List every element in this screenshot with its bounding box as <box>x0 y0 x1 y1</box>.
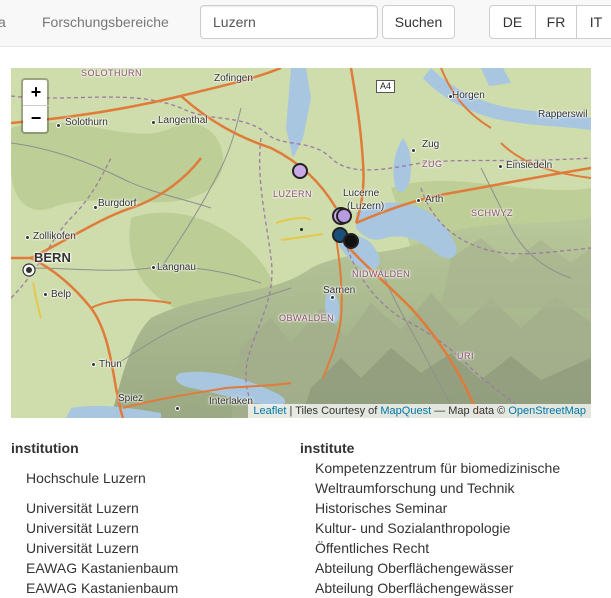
city-dot-langnau <box>151 265 156 270</box>
map-label-spiez: Spiez <box>118 393 144 404</box>
map-label-horgen: Horgen <box>452 90 485 101</box>
leaflet-link[interactable]: Leaflet <box>253 405 286 417</box>
lang-de-button[interactable]: DE <box>489 5 536 39</box>
city-dot-langenthal <box>151 120 156 125</box>
map-attribution: Leaflet | Tiles Courtesy of MapQuest — M… <box>248 404 591 418</box>
table-cell-institution: Hochschule Luzern <box>26 470 146 486</box>
openstreetmap-link[interactable]: OpenStreetMap <box>508 405 586 417</box>
table-cell-institution: Universität Luzern <box>26 500 139 516</box>
column-header-institute: institute <box>300 440 355 456</box>
map-label-zofingen: Zofingen <box>214 73 253 84</box>
map-label-belp: Belp <box>51 289 72 300</box>
map-label-schwyz-region: SCHWYZ <box>471 208 513 218</box>
table-cell-institute: Abteilung Oberflächengewässer <box>315 560 514 576</box>
capital-star-icon <box>22 263 36 277</box>
lang-fr-button[interactable]: FR <box>535 5 577 39</box>
map-label-luzern-region: LUZERN <box>273 189 313 199</box>
mapquest-link[interactable]: MapQuest <box>380 405 431 417</box>
map-label-rapperswil: Rapperswil <box>538 109 588 120</box>
map-label-bern: BERN <box>34 250 71 265</box>
zoom-in-button[interactable]: + <box>23 80 49 106</box>
city-dot-thun <box>91 362 96 367</box>
top-navbar: a Forschungsbereiche Suchen DE FR IT <box>0 0 611 47</box>
nav-link-forschungsbereiche[interactable]: Forschungsbereiche <box>42 14 169 30</box>
marker-hochschule-luzern[interactable] <box>292 163 308 179</box>
map-label-interlaken: Interlaken <box>209 396 253 407</box>
marker-universitaet-luzern-2[interactable] <box>336 208 352 224</box>
lang-it-button[interactable]: IT <box>576 5 611 39</box>
map-label-lucerne-paren: (Luzern) <box>347 201 385 212</box>
map-label-sarnen: Sarnen <box>323 285 356 296</box>
table-cell-institute: Historisches Seminar <box>315 500 448 516</box>
table-cell-institution: EAWAG Kastanienbaum <box>26 580 179 596</box>
nav-dropdown-caret[interactable]: a <box>0 14 6 30</box>
table-cell-institution: EAWAG Kastanienbaum <box>26 560 179 576</box>
search-button[interactable]: Suchen <box>382 5 455 39</box>
city-dot-interlaken <box>175 406 180 411</box>
city-dot-horgen <box>448 94 453 99</box>
road-badge-a4: A4 <box>376 80 396 93</box>
map[interactable]: A4 SOLOTHURN Zofingen Solothurn Langenth… <box>11 68 591 418</box>
table-cell-institution: Universität Luzern <box>26 520 139 536</box>
map-label-obwalden-region: OBWALDEN <box>279 313 335 323</box>
table-cell-institute: Weltraumforschung und Technik <box>315 480 515 496</box>
map-label-thun: Thun <box>99 359 122 370</box>
map-label-uri-region: URI <box>457 351 474 361</box>
city-dot-burgdorf <box>93 205 98 210</box>
map-label-solothurn: Solothurn <box>65 117 108 128</box>
zoom-out-button[interactable]: − <box>23 106 49 132</box>
city-dot-sarnen <box>330 295 335 300</box>
map-label-burgdorf: Burgdorf <box>98 198 137 209</box>
map-label-solothurn-region: SOLOTHURN <box>81 68 143 78</box>
table-cell-institute: Öffentliches Recht <box>315 540 430 556</box>
city-dot-zollikofen <box>25 235 30 240</box>
map-label-langenthal: Langenthal <box>158 115 208 126</box>
city-dot-zug <box>411 148 416 153</box>
map-label-lucerne: Lucerne <box>343 188 380 199</box>
column-header-institution: institution <box>11 440 79 456</box>
map-label-arth: Arth <box>425 194 444 205</box>
table-cell-institute: Abteilung Oberflächengewässer <box>315 580 514 596</box>
attribution-data-text: — Map data © <box>431 405 509 417</box>
map-point-small <box>300 228 303 231</box>
marker-eawag-kastanienbaum-2[interactable] <box>343 233 359 249</box>
language-switcher: DE FR IT <box>489 5 611 39</box>
map-label-einsiedeln: Einsiedeln <box>506 160 553 171</box>
attribution-tiles-text: | Tiles Courtesy of <box>286 405 381 417</box>
city-dot-solothurn <box>56 123 61 128</box>
map-label-zug-region: ZUG <box>422 159 443 169</box>
city-dot-belp <box>43 292 48 297</box>
city-dot-arth <box>416 198 421 203</box>
zoom-control: + − <box>21 78 49 134</box>
map-label-nidwalden-region: NIDWALDEN <box>352 269 411 279</box>
table-cell-institute: Kultur- und Sozialanthropologie <box>315 520 511 536</box>
map-label-zollikofen: Zollikofen <box>33 231 76 242</box>
city-dot-einsiedeln <box>498 164 503 169</box>
map-label-zug: Zug <box>422 139 440 150</box>
table-cell-institution: Universität Luzern <box>26 540 139 556</box>
search-input[interactable] <box>200 5 378 39</box>
table-cell-institute: Kompetenzzentrum für biomedizinische <box>315 460 561 476</box>
map-label-langnau: Langnau <box>157 262 196 273</box>
